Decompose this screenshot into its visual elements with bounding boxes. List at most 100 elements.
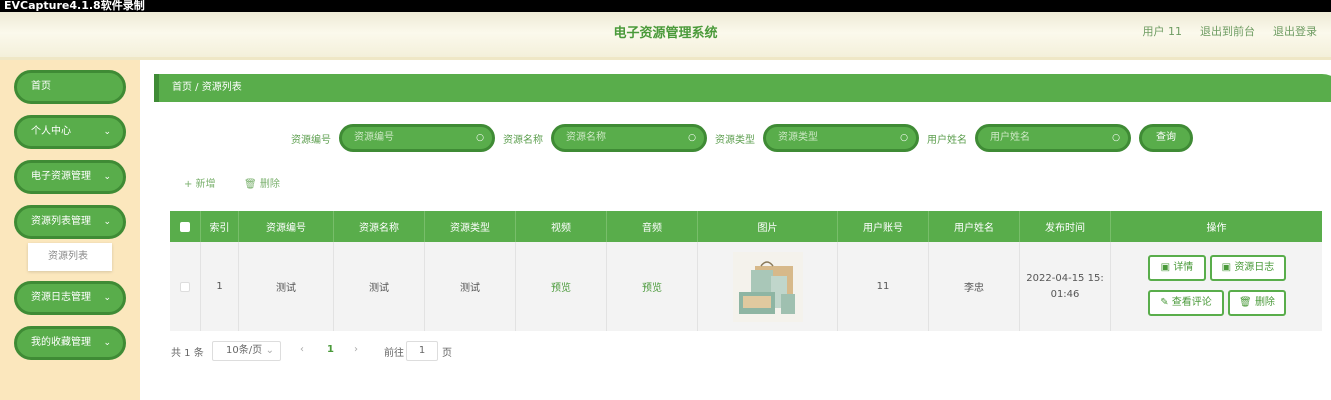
page-size-value: 10条/页 bbox=[226, 345, 263, 356]
log-icon: ▣ bbox=[1221, 262, 1232, 273]
row-delete-label: 删除 bbox=[1254, 297, 1275, 308]
search-placeholder: 资源名称 bbox=[566, 132, 606, 143]
pagination-total: 共 1 条 bbox=[171, 348, 204, 359]
goto-page-input[interactable]: 1 bbox=[406, 341, 438, 361]
header-account: 用户账号 bbox=[838, 211, 929, 242]
header-index: 索引 bbox=[201, 211, 239, 242]
audio-preview-link[interactable]: 预览 bbox=[642, 279, 662, 294]
batch-delete-label: 删除 bbox=[259, 179, 280, 190]
sidebar-item-resource-management[interactable]: 电子资源管理 ⌄ bbox=[14, 160, 126, 194]
chevron-down-icon: ⌄ bbox=[265, 345, 274, 356]
cell-index: 1 bbox=[201, 242, 239, 331]
sidebar-item-resource-list-management[interactable]: 资源列表管理 ⌄ bbox=[14, 205, 126, 239]
header-video: 视频 bbox=[516, 211, 607, 242]
cell-audio: 预览 bbox=[607, 242, 698, 331]
prev-page-button[interactable]: ‹ bbox=[300, 344, 304, 355]
row-checkbox[interactable] bbox=[180, 281, 190, 292]
cell-name: 测试 bbox=[334, 242, 425, 331]
batch-delete-button[interactable]: 🗑 删除 bbox=[244, 175, 280, 190]
tea-box-image bbox=[732, 251, 803, 322]
chevron-down-icon: ⌄ bbox=[103, 172, 111, 182]
search-input-type[interactable]: 资源类型 ○ bbox=[763, 124, 919, 152]
page-number-1[interactable]: 1 bbox=[327, 344, 334, 355]
header-type: 资源类型 bbox=[425, 211, 516, 242]
cell-image bbox=[698, 242, 838, 331]
header-code: 资源编号 bbox=[239, 211, 334, 242]
edit-icon: ✎ bbox=[1160, 297, 1169, 308]
capture-banner: EVCapture4.1.8软件录制 bbox=[0, 0, 1331, 12]
row-delete-button[interactable]: 🗑 删除 bbox=[1228, 290, 1286, 316]
next-page-button[interactable]: › bbox=[354, 344, 358, 355]
detail-label: 详情 bbox=[1173, 262, 1194, 273]
header-username: 用户姓名 bbox=[929, 211, 1020, 242]
search-label-name: 资源名称 bbox=[503, 135, 543, 146]
search-placeholder: 用户姓名 bbox=[990, 132, 1030, 143]
cell-account: 11 bbox=[838, 242, 929, 331]
chevron-down-icon: ⌄ bbox=[103, 293, 111, 303]
search-label-code: 资源编号 bbox=[291, 135, 331, 146]
sidebar-item-personal-center[interactable]: 个人中心 ⌄ bbox=[14, 115, 126, 149]
search-icon: ○ bbox=[1112, 133, 1120, 143]
logout-link[interactable]: 退出登录 bbox=[1273, 23, 1317, 39]
sidebar-item-label: 资源列表管理 bbox=[31, 216, 91, 227]
chevron-down-icon: ⌄ bbox=[103, 217, 111, 227]
breadcrumb: 首页 / 资源列表 bbox=[154, 74, 1331, 102]
goto-label: 前往 bbox=[384, 348, 404, 359]
view-comments-button[interactable]: ✎ 查看评论 bbox=[1148, 290, 1224, 316]
trash-icon: 🗑 bbox=[244, 179, 257, 190]
cell-operations: ▣ 详情 ▣ 资源日志 ✎ 查看评论 🗑 删除 bbox=[1111, 242, 1322, 331]
search-input-name[interactable]: 资源名称 ○ bbox=[551, 124, 707, 152]
select-all-checkbox[interactable] bbox=[180, 221, 190, 232]
search-placeholder: 资源类型 bbox=[778, 132, 818, 143]
search-icon: ○ bbox=[476, 133, 484, 143]
submenu-item-resource-list[interactable]: 资源列表 bbox=[28, 243, 112, 271]
header-image: 图片 bbox=[698, 211, 838, 242]
search-label-type: 资源类型 bbox=[715, 135, 755, 146]
search-icon: ○ bbox=[900, 133, 908, 143]
to-front-link[interactable]: 退出到前台 bbox=[1200, 23, 1255, 39]
resource-log-button[interactable]: ▣ 资源日志 bbox=[1210, 255, 1286, 281]
resource-log-label: 资源日志 bbox=[1234, 262, 1275, 273]
header-operations: 操作 bbox=[1206, 223, 1227, 234]
sidebar-item-label: 个人中心 bbox=[31, 126, 71, 137]
table-row: 1 测试 测试 测试 预览 预览 11 李忠 2022-04-15 15: 01… bbox=[170, 242, 1322, 331]
video-preview-link[interactable]: 预览 bbox=[551, 279, 571, 294]
detail-icon: ▣ bbox=[1160, 262, 1171, 273]
table-header: 索引 资源编号 资源名称 资源类型 视频 音频 图片 用户账号 用户姓名 发布时… bbox=[170, 211, 1322, 242]
cell-code: 测试 bbox=[239, 242, 334, 331]
time-line2: 01:46 bbox=[1050, 288, 1080, 300]
cell-time: 2022-04-15 15: 01:46 bbox=[1020, 242, 1111, 331]
goto-suffix: 页 bbox=[442, 348, 452, 359]
sidebar-item-label: 我的收藏管理 bbox=[31, 337, 91, 348]
system-title: 电子资源管理系统 bbox=[613, 26, 718, 41]
trash-icon: 🗑 bbox=[1239, 297, 1252, 308]
query-button[interactable]: 查询 bbox=[1139, 124, 1193, 152]
cell-type: 测试 bbox=[425, 242, 516, 331]
resource-thumbnail[interactable] bbox=[732, 251, 803, 322]
view-comments-label: 查看评论 bbox=[1171, 297, 1212, 308]
chevron-down-icon: ⌄ bbox=[103, 127, 111, 137]
sidebar-item-favorites-management[interactable]: 我的收藏管理 ⌄ bbox=[14, 326, 126, 360]
sidebar-item-label: 首页 bbox=[31, 81, 51, 92]
add-button[interactable]: + 新增 bbox=[184, 175, 216, 190]
search-label-username: 用户姓名 bbox=[927, 135, 967, 146]
sidebar-item-label: 资源日志管理 bbox=[31, 292, 91, 303]
header-audio: 音频 bbox=[607, 211, 698, 242]
cell-username: 李忠 bbox=[929, 242, 1020, 331]
sidebar-item-home[interactable]: 首页 bbox=[14, 70, 126, 104]
header-links: 用户 11 退出到前台 退出登录 bbox=[1143, 23, 1318, 39]
sidebar-item-resource-log-management[interactable]: 资源日志管理 ⌄ bbox=[14, 281, 126, 315]
search-input-username[interactable]: 用户姓名 ○ bbox=[975, 124, 1131, 152]
page-size-select[interactable]: 10条/页 ⌄ bbox=[212, 341, 281, 361]
detail-button[interactable]: ▣ 详情 bbox=[1148, 255, 1206, 281]
search-input-code[interactable]: 资源编号 ○ bbox=[339, 124, 495, 152]
chevron-down-icon: ⌄ bbox=[103, 338, 111, 348]
row-checkbox-cell bbox=[170, 242, 201, 331]
header-checkbox-cell bbox=[170, 211, 201, 242]
header-time: 发布时间 bbox=[1020, 211, 1111, 242]
search-icon: ○ bbox=[688, 133, 696, 143]
resource-table: 索引 资源编号 资源名称 资源类型 视频 音频 图片 用户账号 用户姓名 发布时… bbox=[170, 211, 1322, 331]
user-label[interactable]: 用户 11 bbox=[1143, 23, 1183, 39]
time-line1: 2022-04-15 15: bbox=[1026, 272, 1104, 284]
header-name: 资源名称 bbox=[334, 211, 425, 242]
